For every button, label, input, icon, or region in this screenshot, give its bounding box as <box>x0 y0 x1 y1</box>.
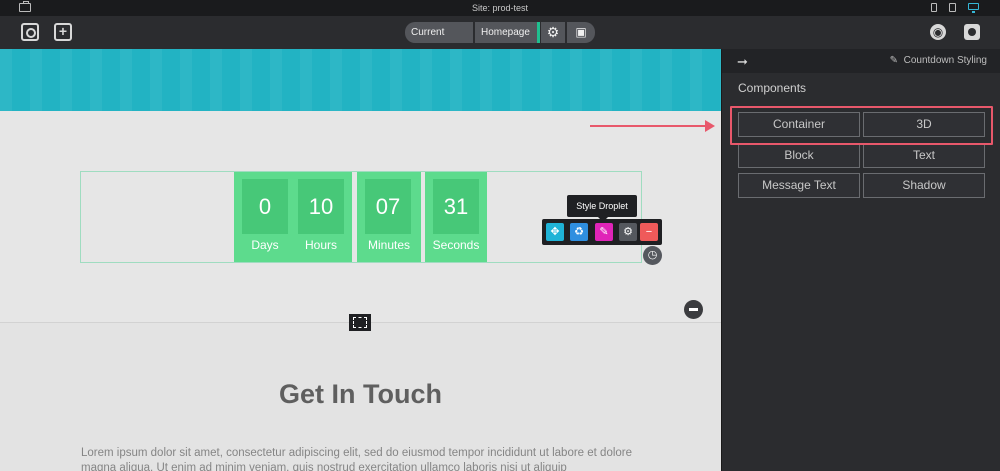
remove-section-icon[interactable] <box>684 300 703 319</box>
panel-title: ✎ Countdown Styling <box>890 55 987 66</box>
add-page-icon[interactable]: + <box>54 23 72 41</box>
add-section-icon[interactable] <box>349 314 371 331</box>
hero-banner <box>0 49 721 111</box>
component-block-button[interactable]: Block <box>738 143 860 168</box>
brush-icon[interactable]: ✎ <box>595 223 613 241</box>
countdown-value: 07 <box>365 179 411 234</box>
countdown-label: Minutes <box>367 238 411 252</box>
tablet-view-icon[interactable] <box>949 3 956 12</box>
panel-header: ➞ ✎ Countdown Styling <box>722 49 1000 73</box>
countdown-cell-days: 0 Days <box>234 172 296 262</box>
component-shadow-button[interactable]: Shadow <box>863 173 985 198</box>
gear-icon[interactable]: ⚙ <box>619 223 637 241</box>
homepage-button[interactable]: Homepage <box>475 22 537 43</box>
countdown-cell-minutes: 07 Minutes <box>357 172 421 262</box>
page-search-icon[interactable] <box>21 23 39 41</box>
collapse-arrow-icon[interactable]: ➞ <box>737 54 748 70</box>
countdown-value: 0 <box>242 179 288 234</box>
annotation-arrow-line <box>590 125 705 127</box>
gear-icon[interactable]: ⚙ <box>541 22 565 43</box>
site-title: Site: prod-test <box>471 3 529 13</box>
recycle-icon[interactable]: ♻ <box>570 223 588 241</box>
globe-icon[interactable]: ◉ <box>930 24 946 40</box>
countdown-cell-hours: 10 Hours <box>290 172 352 262</box>
move-icon[interactable]: ✥ <box>546 223 564 241</box>
countdown-label: Days <box>251 238 279 252</box>
annotation-arrow-head <box>705 120 715 132</box>
save-icon[interactable]: ▣ <box>567 22 595 43</box>
countdown-component[interactable]: 0 Days 10 Hours 07 Minutes 31 Seconds <box>80 171 642 263</box>
minus-icon[interactable]: − <box>640 223 658 241</box>
countdown-value: 10 <box>298 179 344 234</box>
style-droplet-tooltip: Style Droplet <box>567 195 637 222</box>
section-heading: Get In Touch <box>279 379 442 409</box>
eye-icon[interactable] <box>964 24 980 40</box>
os-title-bar: Site: prod-test <box>0 0 1000 16</box>
droplet-toolbar: ✥ ♻ ✎ ⚙ − <box>542 219 662 245</box>
countdown-cell-seconds: 31 Seconds <box>425 172 487 262</box>
phone-view-icon[interactable] <box>931 3 937 12</box>
editor-toolbar: + Current Page Homepage ⚙ ▣ ◉ <box>0 16 1000 59</box>
component-text-button[interactable]: Text <box>863 143 985 168</box>
countdown-value: 31 <box>433 179 479 234</box>
brush-icon: ✎ <box>889 55 898 66</box>
current-page-button[interactable]: Current Page <box>405 22 473 59</box>
countdown-label: Seconds <box>432 238 480 252</box>
editor-canvas: 0 Days 10 Hours 07 Minutes 31 Seconds St… <box>0 49 721 471</box>
components-title: Components <box>738 81 807 95</box>
component-message-text-button[interactable]: Message Text <box>738 173 860 198</box>
annotation-highlight-box <box>730 106 993 145</box>
desktop-view-icon[interactable] <box>968 3 979 13</box>
clock-icon[interactable]: ◷ <box>643 246 662 265</box>
section-paragraph: Lorem ipsum dolor sit amet, consectetur … <box>81 447 633 471</box>
panel-title-label: Countdown Styling <box>903 55 987 66</box>
toolbar-divider <box>537 22 540 43</box>
countdown-label: Hours <box>304 238 337 252</box>
